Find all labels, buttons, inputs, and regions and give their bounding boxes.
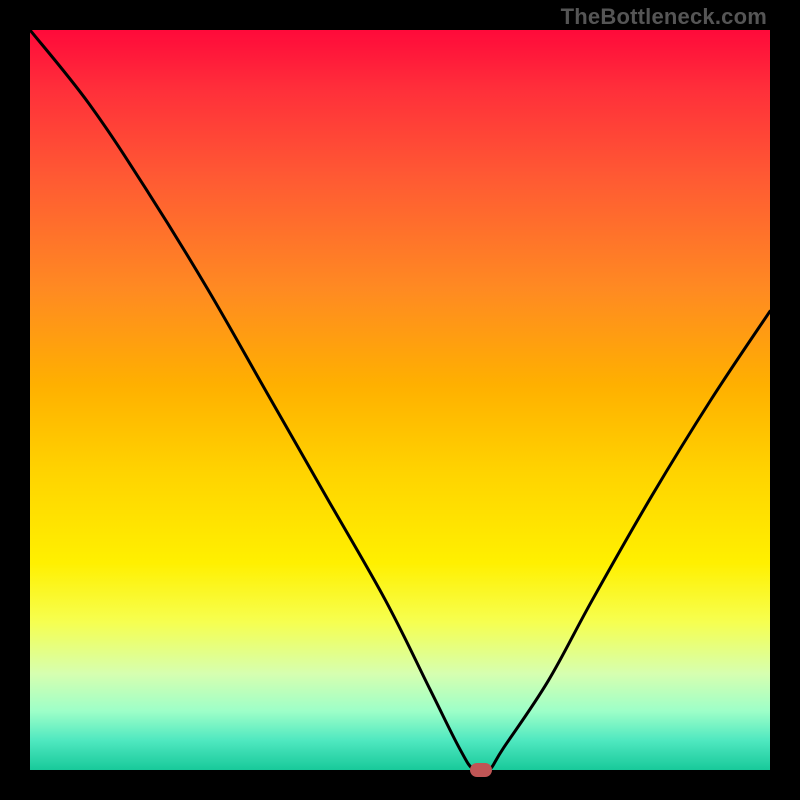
optimum-marker (470, 763, 492, 777)
watermark-text: TheBottleneck.com (561, 4, 767, 30)
chart-frame (30, 30, 770, 770)
bottleneck-curve (30, 30, 770, 770)
